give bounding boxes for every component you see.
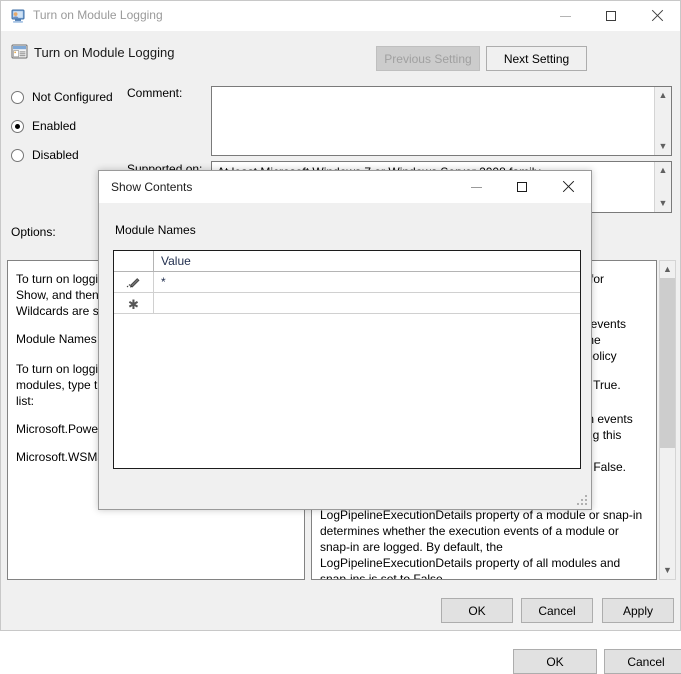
dialog-cancel-button[interactable]: Cancel: [604, 649, 681, 674]
dialog-maximize-button[interactable]: [499, 171, 545, 203]
options-line-5: Module Names: [16, 332, 97, 346]
help-fragment-1: for: [590, 272, 605, 286]
policy-setting-icon: [11, 43, 28, 60]
resize-grip[interactable]: [577, 495, 588, 506]
comment-scrollbar[interactable]: ▲ ▼: [654, 87, 671, 155]
show-contents-dialog: Show Contents Module Names Value * ✱ OK …: [98, 170, 681, 674]
help-scrollbar-thumb[interactable]: [660, 278, 675, 448]
close-icon: [651, 10, 663, 22]
new-row-indicator: ✱: [114, 293, 154, 313]
radio-not-configured-icon: [11, 90, 24, 104]
minimize-icon: [470, 186, 482, 188]
options-line-8: modules, type th: [16, 378, 105, 392]
options-line-13: Microsoft.WSMa: [16, 450, 105, 464]
comment-scroll-down-icon[interactable]: ▼: [655, 138, 671, 155]
help-paragraph: LogPipelineExecutionDetails property of …: [320, 508, 643, 580]
new-row-asterisk-icon: ✱: [128, 297, 139, 312]
main-cancel-button[interactable]: Cancel: [521, 598, 593, 623]
grid-header-row: Value: [114, 251, 580, 272]
close-button[interactable]: [634, 1, 680, 31]
module-names-grid[interactable]: Value * ✱: [113, 250, 581, 469]
policy-window-icon: [10, 8, 26, 24]
supported-on-scrollbar[interactable]: ▲ ▼: [654, 162, 671, 212]
minimize-button[interactable]: [542, 1, 588, 31]
dialog-titlebar: Show Contents: [99, 171, 591, 203]
setting-header-title: Turn on Module Logging: [34, 45, 175, 60]
dialog-close-button[interactable]: [545, 171, 591, 203]
next-setting-button[interactable]: Next Setting: [486, 46, 587, 71]
main-ok-button[interactable]: OK: [441, 598, 513, 623]
options-label: Options:: [11, 225, 56, 239]
grid-header-value-cell[interactable]: Value: [154, 251, 580, 271]
row-edit-indicator: [114, 272, 154, 292]
previous-setting-button[interactable]: Previous Setting: [376, 46, 480, 71]
options-line-2: Show, and then t: [16, 288, 106, 302]
close-icon: [562, 181, 574, 193]
dialog-ok-button[interactable]: OK: [513, 649, 597, 674]
module-names-label: Module Names: [115, 223, 196, 237]
dialog-title-text: Show Contents: [111, 180, 193, 194]
radio-disabled-icon: [11, 148, 24, 162]
supported-scroll-down-icon[interactable]: ▼: [655, 195, 671, 212]
help-scroll-up-icon[interactable]: ▲: [660, 261, 675, 278]
edit-pencil-icon: [126, 277, 140, 287]
minimize-icon: [559, 15, 571, 17]
grid-header-selector-cell: [114, 251, 154, 271]
main-titlebar: Turn on Module Logging: [1, 1, 680, 31]
dialog-minimize-button[interactable]: [453, 171, 499, 203]
maximize-icon: [517, 182, 527, 192]
comment-input[interactable]: ▲ ▼: [211, 86, 672, 156]
main-apply-button[interactable]: Apply: [602, 598, 674, 623]
table-row[interactable]: *: [114, 272, 580, 293]
help-scroll-down-icon[interactable]: ▼: [660, 562, 675, 579]
radio-enabled-label: Enabled: [32, 119, 77, 133]
radio-disabled-label: Disabled: [32, 148, 79, 162]
radio-disabled[interactable]: Disabled: [11, 148, 79, 162]
table-new-row[interactable]: ✱: [114, 293, 580, 314]
radio-not-configured[interactable]: Not Configured: [11, 90, 113, 104]
row-value-cell[interactable]: *: [154, 272, 580, 292]
maximize-icon: [606, 11, 616, 21]
maximize-button[interactable]: [588, 1, 634, 31]
options-line-11: Microsoft.PowerS: [16, 422, 111, 436]
radio-enabled-icon: [11, 119, 24, 133]
radio-not-configured-label: Not Configured: [32, 90, 113, 104]
radio-enabled[interactable]: Enabled: [11, 119, 76, 133]
main-title-text: Turn on Module Logging: [33, 8, 163, 22]
comment-scroll-up-icon[interactable]: ▲: [655, 87, 671, 104]
options-line-9: list:: [16, 394, 34, 408]
new-row-value-cell[interactable]: [154, 293, 580, 313]
help-pane-scrollbar[interactable]: ▲ ▼: [659, 260, 676, 580]
supported-scroll-up-icon[interactable]: ▲: [655, 162, 671, 179]
comment-label: Comment:: [127, 86, 183, 100]
